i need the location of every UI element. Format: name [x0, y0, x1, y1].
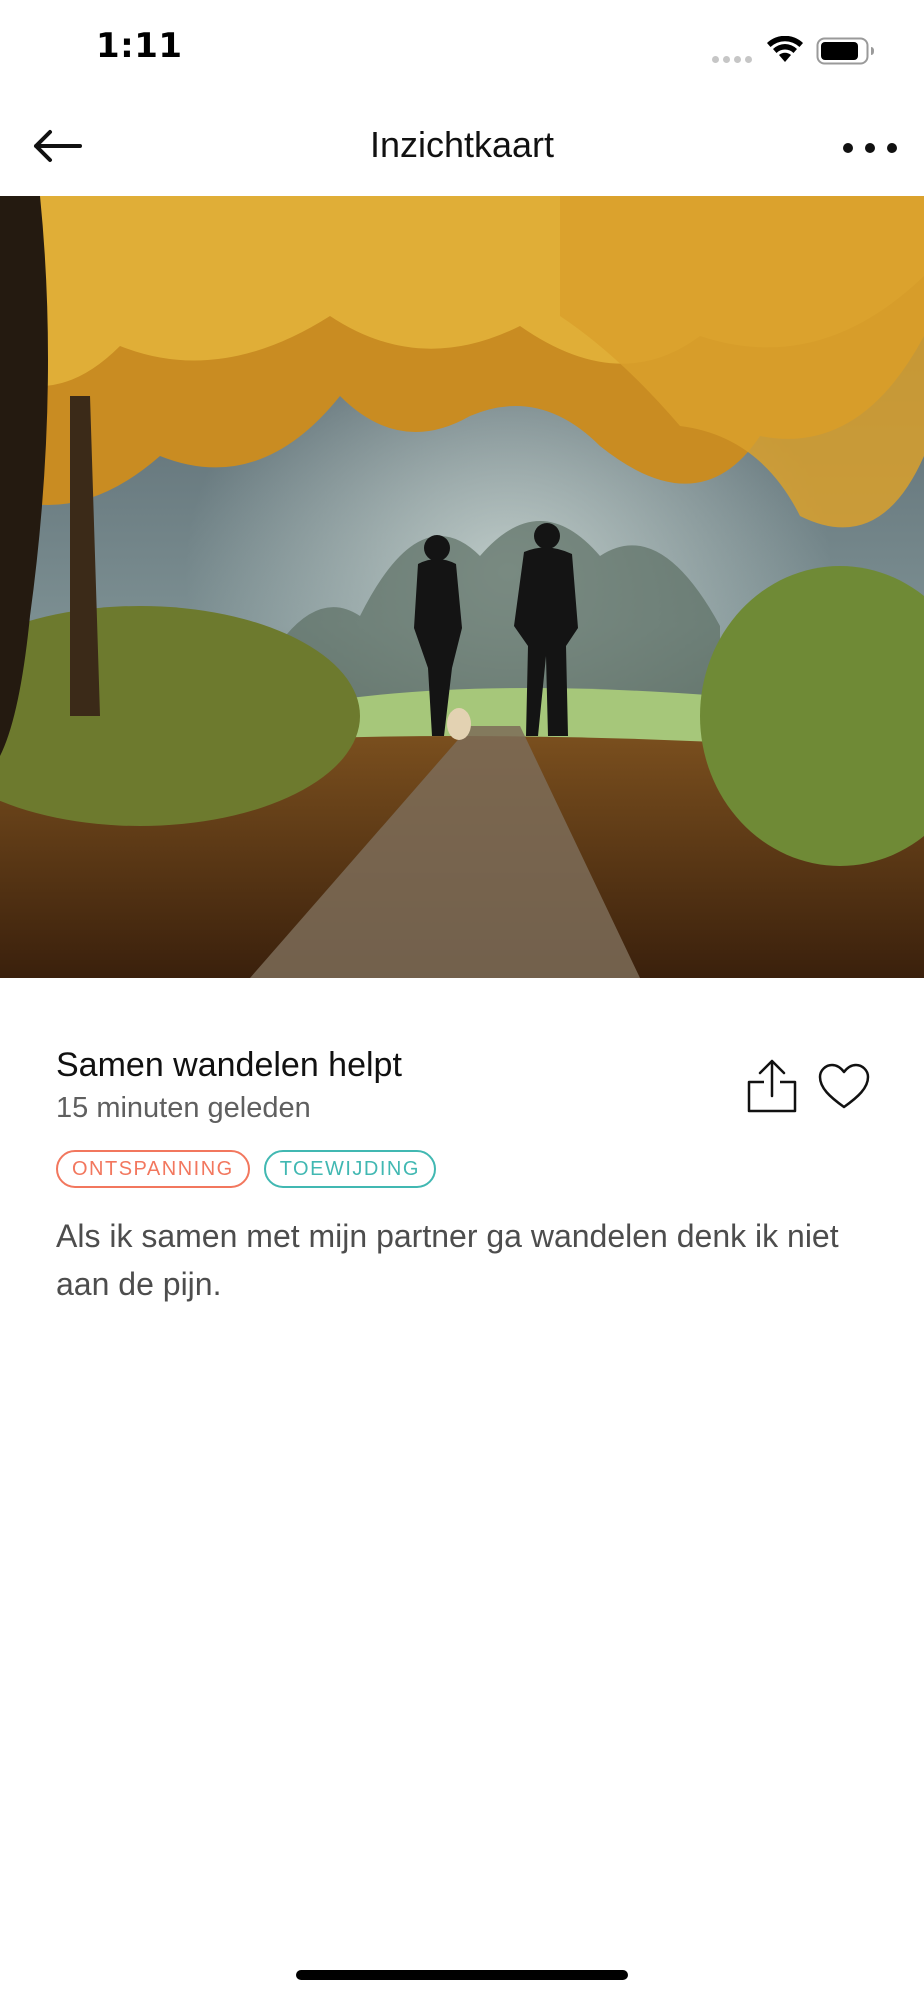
- share-icon[interactable]: [744, 1058, 800, 1114]
- wifi-icon: [767, 36, 803, 62]
- card-body-text: Als ik samen met mijn partner ga wandele…: [56, 1218, 839, 1302]
- status-time: 1:11: [96, 26, 183, 66]
- hero-image: [0, 196, 924, 978]
- battery-icon: [816, 37, 874, 65]
- heart-icon[interactable]: [816, 1062, 872, 1112]
- status-bar: 1:11: [0, 0, 924, 100]
- more-horizontal-icon[interactable]: [840, 140, 900, 156]
- nav-bar: Inzichtkaart: [0, 100, 924, 196]
- tag-toewijding[interactable]: TOEWIJDING: [263, 1150, 436, 1188]
- home-indicator[interactable]: [296, 1970, 628, 1980]
- tag-ontspanning[interactable]: ONTSPANNING: [56, 1150, 250, 1188]
- page-title: Inzichtkaart: [369, 124, 555, 165]
- card-title: Samen wandelen helpt: [56, 1046, 402, 1084]
- tag-list: ONTSPANNING TOEWIJDING: [56, 1150, 436, 1188]
- card-timestamp: 15 minuten geleden: [56, 1092, 311, 1124]
- signal-icon: [712, 56, 752, 63]
